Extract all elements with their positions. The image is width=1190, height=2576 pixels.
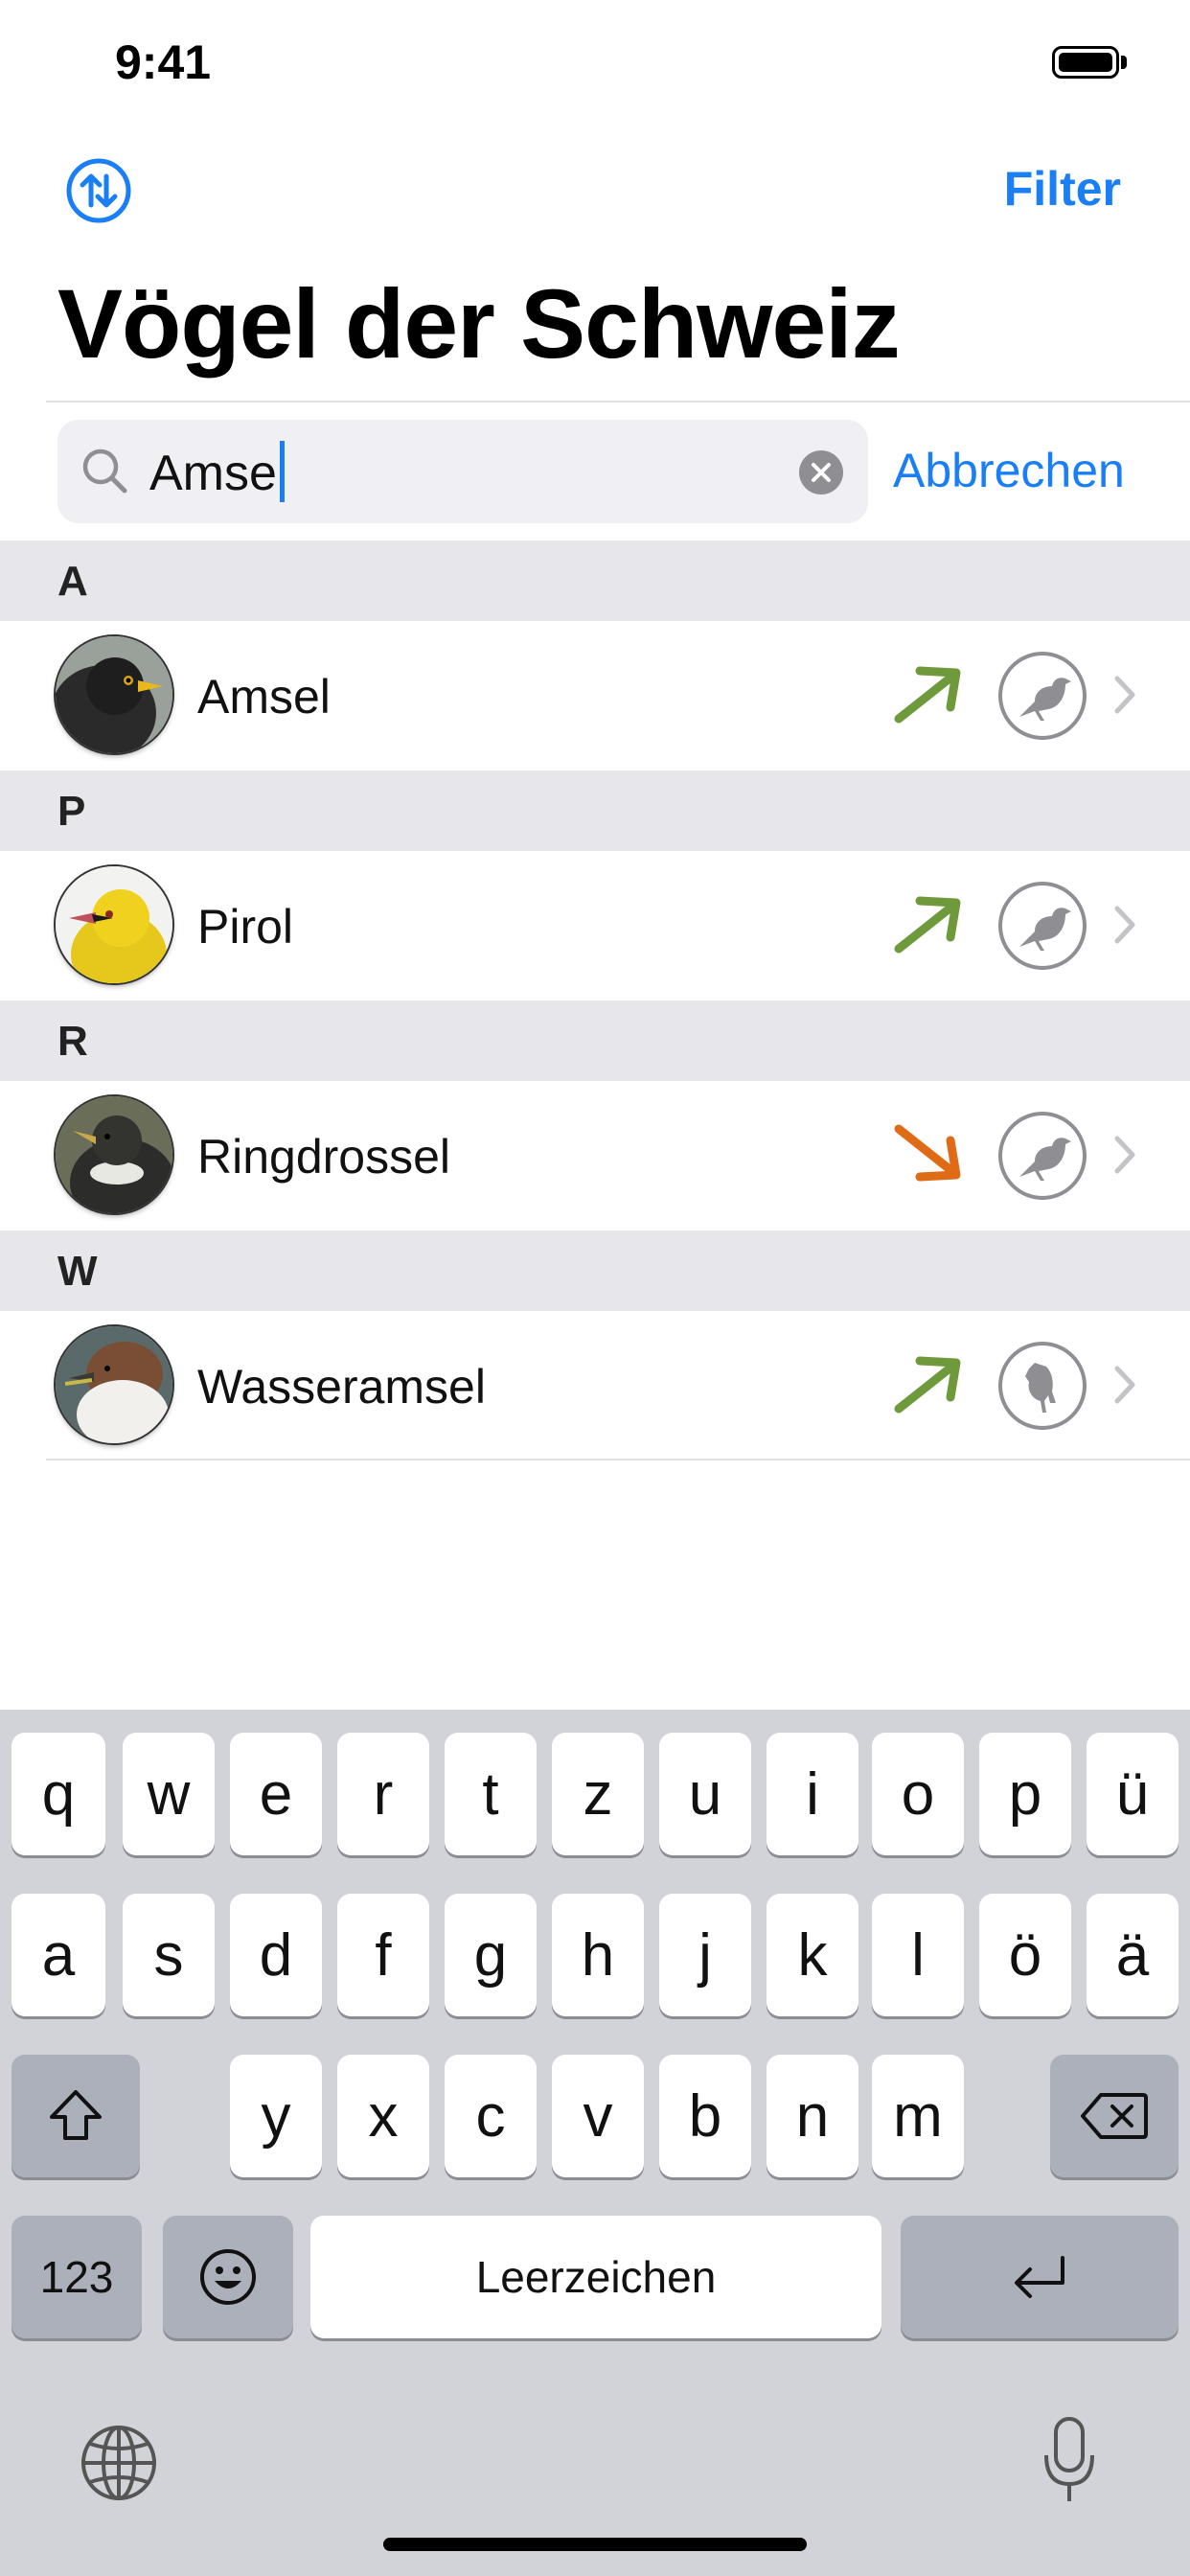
list-divider: [46, 1459, 1190, 1460]
key-b[interactable]: b: [659, 2055, 751, 2177]
key-s[interactable]: s: [123, 1894, 215, 2016]
microphone-icon[interactable]: [1039, 2413, 1100, 2509]
space-key[interactable]: Leerzeichen: [310, 2216, 881, 2338]
globe-icon[interactable]: [79, 2423, 159, 2503]
cancel-button[interactable]: Abbrechen: [893, 443, 1125, 498]
search-field[interactable]: [57, 420, 868, 523]
key-p[interactable]: p: [979, 1733, 1071, 1855]
chevron-right-icon: [1114, 1136, 1135, 1174]
list-item-pirol[interactable]: Pirol: [0, 851, 1190, 1000]
bird-name: Pirol: [197, 900, 294, 954]
battery-icon: [1052, 46, 1119, 79]
section-header-w: W: [0, 1230, 1190, 1311]
key-c[interactable]: c: [445, 2055, 537, 2177]
key-d[interactable]: d: [230, 1894, 322, 2016]
text-caret: [280, 441, 285, 502]
bird-name: Ringdrossel: [197, 1130, 451, 1184]
search-icon: [82, 448, 127, 494]
trend-up-icon: [894, 896, 961, 954]
bird-name: Amsel: [197, 670, 331, 724]
trend-up-icon: [894, 666, 961, 724]
backspace-key[interactable]: [1050, 2055, 1179, 2177]
key-u[interactable]: u: [659, 1733, 751, 1855]
bird-avatar: [56, 636, 172, 753]
sort-icon[interactable]: [65, 157, 132, 224]
key-o[interactable]: o: [872, 1733, 964, 1855]
key-t[interactable]: t: [445, 1733, 537, 1855]
bird-avatar: [56, 866, 172, 983]
section-header-p: P: [0, 770, 1190, 851]
clear-icon[interactable]: [797, 448, 845, 496]
bird-silhouette-icon[interactable]: [996, 1110, 1088, 1202]
emoji-key[interactable]: [163, 2216, 293, 2338]
bird-silhouette-icon[interactable]: [996, 880, 1088, 972]
list-item-wasseramsel[interactable]: Wasseramsel: [0, 1311, 1190, 1460]
key-j[interactable]: j: [659, 1894, 751, 2016]
key-g[interactable]: g: [445, 1894, 537, 2016]
key-f[interactable]: f: [337, 1894, 429, 2016]
numbers-key[interactable]: 123: [11, 2216, 142, 2338]
chevron-right-icon: [1114, 676, 1135, 714]
search-input[interactable]: [149, 447, 724, 500]
key-ae[interactable]: ä: [1087, 1894, 1179, 2016]
section-letter: W: [57, 1248, 98, 1295]
key-q[interactable]: q: [11, 1733, 105, 1855]
key-n[interactable]: n: [767, 2055, 858, 2177]
list-item-ringdrossel[interactable]: Ringdrossel: [0, 1081, 1190, 1230]
key-x[interactable]: x: [337, 2055, 429, 2177]
key-l[interactable]: l: [872, 1894, 964, 2016]
trend-up-icon: [894, 1356, 961, 1414]
bird-silhouette-icon[interactable]: [996, 650, 1088, 742]
section-letter: R: [57, 1018, 88, 1065]
keyboard: q w e r t z u i o p ü a s d f g h j k l …: [0, 1710, 1190, 2576]
section-letter: P: [57, 788, 86, 835]
emoji-icon: [200, 2249, 256, 2305]
key-r[interactable]: r: [337, 1733, 429, 1855]
key-a[interactable]: a: [11, 1894, 105, 2016]
shift-icon: [50, 2090, 102, 2140]
title-divider: [46, 401, 1190, 402]
key-i[interactable]: i: [767, 1733, 858, 1855]
key-w[interactable]: w: [123, 1733, 215, 1855]
bird-name: Wasseramsel: [197, 1360, 486, 1414]
chevron-right-icon: [1114, 906, 1135, 944]
bird-avatar: [56, 1326, 172, 1443]
section-header-a: A: [0, 540, 1190, 621]
list-item-amsel[interactable]: Amsel: [0, 621, 1190, 770]
page-title: Vögel der Schweiz: [57, 269, 901, 379]
key-y[interactable]: y: [230, 2055, 322, 2177]
section-header-r: R: [0, 1000, 1190, 1081]
battery-cap: [1121, 56, 1127, 69]
key-h[interactable]: h: [552, 1894, 644, 2016]
key-m[interactable]: m: [872, 2055, 964, 2177]
home-indicator: [383, 2538, 807, 2551]
key-e[interactable]: e: [230, 1733, 322, 1855]
bird-avatar: [56, 1096, 172, 1213]
section-letter: A: [57, 558, 88, 605]
bird-silhouette-icon[interactable]: [996, 1340, 1088, 1432]
shift-key[interactable]: [11, 2055, 140, 2177]
key-ue[interactable]: ü: [1087, 1733, 1179, 1855]
filter-button[interactable]: Filter: [1004, 161, 1121, 217]
trend-down-icon: [894, 1124, 961, 1182]
return-key[interactable]: [901, 2216, 1179, 2338]
status-time: 9:41: [115, 35, 212, 89]
backspace-icon: [1081, 2093, 1148, 2139]
key-k[interactable]: k: [767, 1894, 858, 2016]
key-z[interactable]: z: [552, 1733, 644, 1855]
chevron-right-icon: [1114, 1366, 1135, 1404]
key-v[interactable]: v: [552, 2055, 644, 2177]
key-oe[interactable]: ö: [979, 1894, 1071, 2016]
return-icon: [1015, 2256, 1064, 2298]
